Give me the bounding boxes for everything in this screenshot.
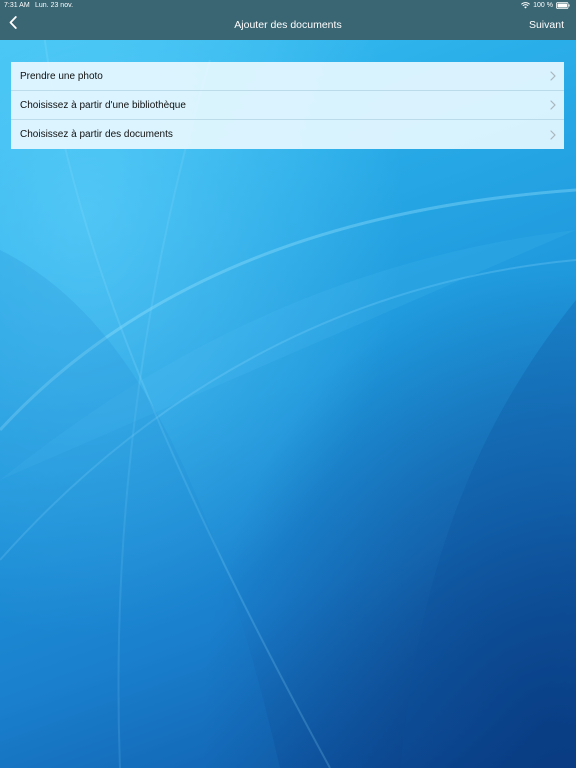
status-date: Lun. 23 nov. — [35, 2, 74, 9]
chevron-right-icon — [550, 100, 556, 110]
choose-from-documents-option[interactable]: Choisissez à partir des documents — [11, 120, 564, 149]
status-indicators: 100 % — [521, 1, 570, 10]
battery-full-icon — [556, 2, 570, 9]
wifi-icon — [521, 2, 531, 9]
navigation-bar: 7:31 AM Lun. 23 nov. 100 % Ajouter des d… — [0, 0, 576, 40]
menu-item-label: Prendre une photo — [20, 70, 103, 82]
take-photo-option[interactable]: Prendre une photo — [11, 62, 564, 91]
menu-item-label: Choisissez à partir d'une bibliothèque — [20, 99, 186, 111]
app-screen: 7:31 AM Lun. 23 nov. 100 % Ajouter des d… — [0, 0, 576, 768]
chevron-right-icon — [550, 71, 556, 81]
page-title: Ajouter des documents — [234, 19, 342, 31]
next-button[interactable]: Suivant — [529, 19, 564, 31]
chevron-right-icon — [550, 129, 556, 140]
menu-item-label: Choisissez à partir des documents — [20, 129, 173, 140]
status-time: 7:31 AM — [4, 2, 30, 9]
battery-percentage: 100 % — [533, 2, 553, 9]
choose-from-library-option[interactable]: Choisissez à partir d'une bibliothèque — [11, 91, 564, 120]
add-documents-menu: Prendre une photo Choisissez à partir d'… — [11, 62, 564, 149]
